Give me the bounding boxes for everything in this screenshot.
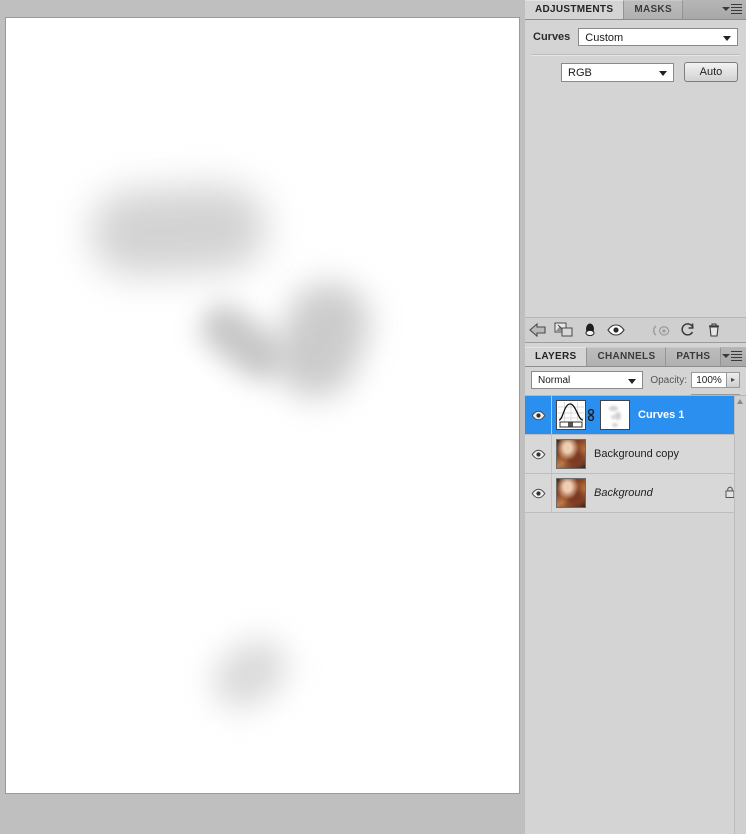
layer-thumbnail-curves[interactable] [556,400,586,430]
chevron-down-icon [659,70,667,76]
blend-mode-value: Normal [538,375,571,386]
clip-to-layer-toggle-icon[interactable] [551,319,577,341]
delete-adjustment-icon[interactable] [701,319,727,341]
canvas-blur-shape-1 [88,183,269,278]
tab-channels[interactable]: CHANNELS [587,347,667,366]
channel-select-value: RGB [568,66,592,79]
eye-icon [531,449,545,459]
chevron-up-icon[interactable] [737,399,743,404]
layer-list-scrollbar[interactable] [734,396,746,834]
eye-icon [531,488,545,498]
layer-thumbnail-mask[interactable] [600,400,630,430]
layer-name: Background copy [594,448,679,460]
view-previous-state-icon[interactable] [649,319,675,341]
preview-eye-icon[interactable] [603,319,629,341]
preset-select-value: Custom [585,32,624,44]
blend-mode-row: Normal Opacity: 100% ▸ [525,367,746,390]
link-mask-icon[interactable] [586,407,596,423]
channel-select[interactable]: RGB [561,62,674,82]
adjustments-panel-body: Curves Custom RGB Auto [525,20,746,343]
chevron-down-icon [628,379,637,384]
canvas-blur-shape-4 [202,628,298,720]
layer-visibility-toggle[interactable] [525,396,552,434]
hamburger-icon [731,4,742,16]
layer-thumbnail-photo[interactable] [556,439,586,469]
right-panel-dock: ADJUSTMENTS MASKS Curves Custom RGB Auto [525,0,746,834]
chevron-down-icon [722,354,730,358]
toggle-layer-visibility-icon[interactable] [577,319,603,341]
eye-icon [531,410,545,420]
tab-layers[interactable]: LAYERS [525,347,588,366]
adjustment-title: Curves [533,31,571,43]
table-row[interactable]: Background [525,474,746,513]
layer-visibility-toggle[interactable] [525,435,552,473]
layer-visibility-toggle[interactable] [525,474,552,512]
table-row[interactable]: Curves 1 [525,396,746,435]
layers-panel-menu-icon[interactable] [721,350,743,363]
preset-row: Curves Custom [525,20,746,50]
layers-tab-bar: LAYERS CHANNELS PATHS [525,347,746,367]
return-to-adjustment-list-icon[interactable] [525,319,551,341]
adjustments-toolbar [525,317,746,342]
canvas-blur-shape-2 [261,269,383,411]
channel-row: RGB Auto [525,56,746,82]
tab-adjustments[interactable]: ADJUSTMENTS [525,0,625,19]
layer-thumbnail-photo[interactable] [556,478,586,508]
auto-button[interactable]: Auto [684,62,738,82]
reset-adjustment-icon[interactable] [675,319,701,341]
canvas-workspace [0,0,525,833]
opacity-input[interactable]: 100% [691,372,727,388]
adjustments-tab-bar: ADJUSTMENTS MASKS [525,0,746,20]
chevron-down-icon [723,36,731,41]
table-row[interactable]: Background copy [525,435,746,474]
layer-name: Background [594,487,653,499]
opacity-label: Opacity: [650,374,687,386]
preset-select[interactable]: Custom [578,28,738,46]
layer-list: Curves 1 Background copy Background [525,395,746,834]
adjustments-panel-menu-icon[interactable] [721,3,743,16]
layers-panel: LAYERS CHANNELS PATHS Normal Opacity: 10… [525,347,746,834]
chevron-down-icon [722,7,730,11]
tab-paths[interactable]: PATHS [666,347,722,366]
tab-masks[interactable]: MASKS [624,0,683,19]
hamburger-icon [731,351,742,363]
document-canvas[interactable] [5,17,520,794]
blend-mode-select[interactable]: Normal [531,371,644,389]
opacity-stepper[interactable]: ▸ [727,372,740,388]
layer-name: Curves 1 [638,409,685,421]
